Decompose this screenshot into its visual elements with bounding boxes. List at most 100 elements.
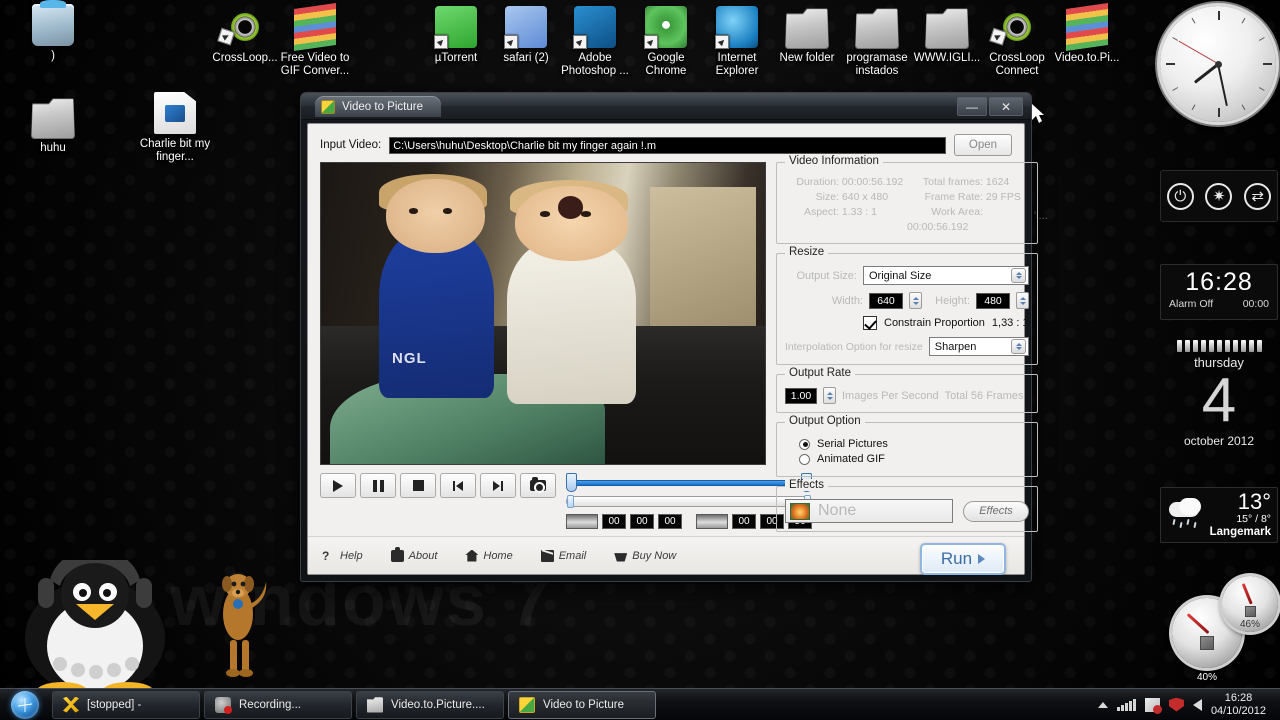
shutdown-icon[interactable]: ⏻ (1167, 183, 1194, 210)
interpolation-select[interactable]: Sharpen (929, 337, 1029, 356)
input-video-path-field[interactable]: C:\Users\huhu\Desktop\Charlie bit my fin… (389, 137, 946, 154)
start-time-selected-cell[interactable] (566, 514, 598, 529)
desktop-icon-utorrent-5[interactable]: µTorrent (417, 6, 495, 65)
desktop-icon-label: ) (14, 50, 92, 63)
start-time-seconds[interactable]: 00 (658, 514, 682, 529)
window-title: Video to Picture (342, 101, 423, 113)
desktop-icon-video-file-2[interactable]: Charlie bit my finger... (136, 92, 214, 164)
play-icon (333, 480, 343, 492)
previous-frame-button[interactable] (440, 473, 476, 498)
calendar-ring (1249, 340, 1254, 352)
height-stepper[interactable] (1016, 292, 1029, 309)
video-to-picture-window[interactable]: Video to Picture — ✕ Input Video: C:\Use… (300, 92, 1032, 582)
effects-button[interactable]: Effects (963, 501, 1029, 522)
close-button[interactable]: ✕ (989, 97, 1023, 116)
open-button[interactable]: Open (954, 134, 1012, 156)
calendar-ring (1217, 340, 1222, 352)
next-frame-button[interactable] (480, 473, 516, 498)
help-label: Help (340, 550, 363, 562)
start-orb-button[interactable] (2, 690, 48, 720)
width-input[interactable]: 640 (869, 293, 903, 309)
trim-start-handle[interactable] (566, 473, 577, 492)
end-time-hours[interactable]: 00 (732, 514, 756, 529)
desktop-icon-winrar-archive-4[interactable]: Free Video to GIF Conver... (276, 6, 354, 78)
taskbar-button-3[interactable]: Video to Picture (508, 691, 656, 719)
end-time-selected-cell[interactable] (696, 514, 728, 529)
action-center-flag-icon[interactable] (1145, 698, 1160, 712)
chevron-updown-icon[interactable] (1011, 268, 1026, 283)
desktop-icon-internet-explorer-9[interactable]: Internet Explorer (698, 6, 776, 78)
desktop-icon-folder-1[interactable]: huhu (14, 96, 92, 155)
desktop-icon-crossloop-connect-13[interactable]: CrossLoop Connect (978, 6, 1056, 78)
folder-icon (925, 7, 969, 49)
snapshot-button[interactable] (520, 473, 556, 498)
desktop-icon-crossloop-3[interactable]: CrossLoop... (206, 6, 284, 65)
system-meters-gadget[interactable]: 40% 46% (1160, 570, 1278, 675)
serial-pictures-radio[interactable] (799, 439, 810, 450)
taskbar-button-0[interactable]: [stopped] - (52, 691, 200, 719)
restart-icon[interactable]: ✷ (1205, 183, 1232, 210)
run-button[interactable]: Run (920, 543, 1006, 575)
play-button[interactable] (320, 473, 356, 498)
desktop-icon-label: Internet Explorer (698, 52, 776, 78)
desktop-icon-safari-6[interactable]: safari (2) (487, 6, 565, 65)
show-hidden-icons-icon[interactable] (1098, 702, 1108, 708)
chevron-updown-icon[interactable] (1011, 339, 1026, 354)
animated-gif-option[interactable]: Animated GIF (799, 453, 1029, 465)
weather-gadget[interactable]: 13° 15° / 8° Langemark (1160, 487, 1278, 543)
window-body: Input Video: C:\Users\huhu\Desktop\Charl… (307, 123, 1025, 575)
window-footer: ? Help About Home Email Buy Now Run (308, 536, 1024, 574)
serial-pictures-option[interactable]: Serial Pictures (799, 438, 1029, 450)
effects-preview-box[interactable]: None (785, 499, 953, 523)
taskbar[interactable]: [stopped] - Recording... Video.to.Picture.… (0, 688, 1280, 720)
calendar-ring (1193, 340, 1198, 352)
desktop-icon-recycle-bin-0[interactable]: ) (14, 4, 92, 63)
calendar-gadget[interactable]: thursday 4 october 2012 (1160, 340, 1278, 470)
home-link[interactable]: Home (465, 550, 512, 562)
output-rate-stepper[interactable] (823, 387, 836, 404)
constrain-proportion-checkbox[interactable] (863, 316, 877, 330)
minimize-button[interactable]: — (957, 97, 987, 116)
calendar-ring (1225, 340, 1230, 352)
digital-clock-gadget[interactable]: 16:28 Alarm Off 00:00 (1160, 264, 1278, 320)
help-link[interactable]: ? Help (322, 550, 363, 562)
video-preview[interactable]: NGL (320, 162, 766, 465)
cart-icon (614, 550, 627, 562)
window-title-bar[interactable]: Video to Picture — ✕ (301, 93, 1031, 120)
power-controls-gadget[interactable]: ⏻ ✷ ⇄ (1160, 170, 1278, 222)
start-time-hours[interactable]: 00 (602, 514, 626, 529)
volume-icon[interactable] (1193, 699, 1202, 711)
output-rate-title: Output Rate (785, 367, 855, 379)
desktop-icon-folder-11[interactable]: programase instados (838, 6, 916, 78)
about-link[interactable]: About (391, 550, 438, 562)
start-time-minutes[interactable]: 00 (630, 514, 654, 529)
analog-clock-gadget[interactable] (1160, 6, 1278, 126)
height-input[interactable]: 480 (976, 293, 1010, 309)
output-size-select[interactable]: Original Size (863, 266, 1029, 285)
sleep-switch-icon[interactable]: ⇄ (1244, 183, 1271, 210)
taskbar-button-2[interactable]: Video.to.Picture.... (356, 691, 504, 719)
output-option-group: Output Option Serial Pictures Animated G… (776, 422, 1038, 477)
desktop-icon-chrome-8[interactable]: Google Chrome (627, 6, 705, 78)
width-stepper[interactable] (909, 292, 922, 309)
tray-clock[interactable]: 16:28 04/10/2012 (1211, 692, 1272, 718)
buy-now-link[interactable]: Buy Now (614, 550, 676, 562)
animated-gif-radio[interactable] (799, 454, 810, 465)
output-rate-input[interactable]: 1.00 (785, 388, 817, 404)
desktop-icon-winrar-archive-14[interactable]: Video.to.Pi... (1048, 6, 1126, 65)
desktop-icon-folder-12[interactable]: WWW.IGLI... (908, 6, 986, 65)
desktop-icon-label: Video.to.Pi... (1048, 52, 1126, 65)
playback-buttons (320, 473, 556, 498)
effect-thumbnail-icon (790, 503, 810, 520)
security-shield-icon[interactable] (1169, 698, 1184, 712)
seek-start-thumb[interactable] (567, 495, 574, 508)
ram-meter: 46% (1222, 576, 1278, 632)
taskbar-button-1[interactable]: Recording... (204, 691, 352, 719)
desktop-icon-folder-10[interactable]: New folder (768, 6, 846, 65)
pause-button[interactable] (360, 473, 396, 498)
email-link[interactable]: Email (541, 550, 587, 562)
skip-backward-icon (453, 481, 463, 491)
stop-button[interactable] (400, 473, 436, 498)
desktop-icon-photoshop-7[interactable]: Adobe Photoshop ... (556, 6, 634, 78)
network-signal-icon[interactable] (1117, 699, 1136, 711)
